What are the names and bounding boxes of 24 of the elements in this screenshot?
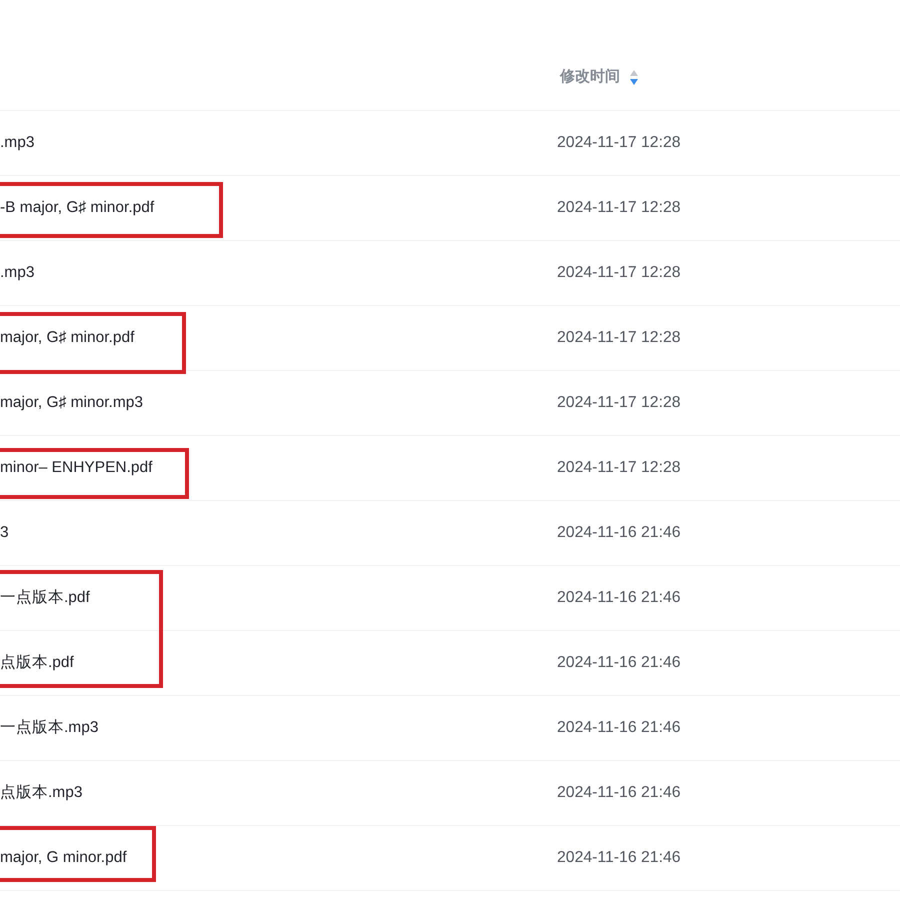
file-name[interactable]: minor– ENHYPEN.pdf	[0, 458, 152, 478]
file-name[interactable]: major, G minor.pdf	[0, 848, 127, 868]
modified-time: 2024-11-16 21:46	[557, 653, 681, 673]
file-name[interactable]: .mp3	[0, 133, 34, 153]
modified-time: 2024-11-17 12:28	[557, 198, 681, 218]
modified-time: 2024-11-17 12:28	[557, 458, 681, 478]
file-name[interactable]: 点版本.mp3	[0, 783, 82, 803]
modified-time: 2024-11-17 12:28	[557, 263, 681, 283]
file-name[interactable]: .mp3	[0, 263, 34, 283]
modified-time: 2024-11-16 21:46	[557, 848, 681, 868]
modified-time: 2024-11-16 21:46	[557, 588, 681, 608]
modified-time: 2024-11-16 21:46	[557, 783, 681, 803]
modified-time: 2024-11-17 12:28	[557, 328, 681, 348]
file-name[interactable]: major, G♯ minor.pdf	[0, 328, 134, 348]
modified-time: 2024-11-17 12:28	[557, 133, 681, 153]
modified-time: 2024-11-16 21:46	[557, 523, 681, 543]
file-name[interactable]: -B major, G♯ minor.pdf	[0, 198, 154, 218]
file-name[interactable]: 一点版本.pdf	[0, 588, 90, 608]
file-name[interactable]: major, G♯ minor.mp3	[0, 393, 143, 413]
file-name[interactable]: 一点版本.mp3	[0, 718, 98, 738]
modified-time: 2024-11-16 21:46	[557, 718, 681, 738]
file-name[interactable]: 3	[0, 523, 9, 543]
modified-time: 2024-11-17 12:28	[557, 393, 681, 413]
file-name[interactable]: 点版本.pdf	[0, 653, 74, 673]
